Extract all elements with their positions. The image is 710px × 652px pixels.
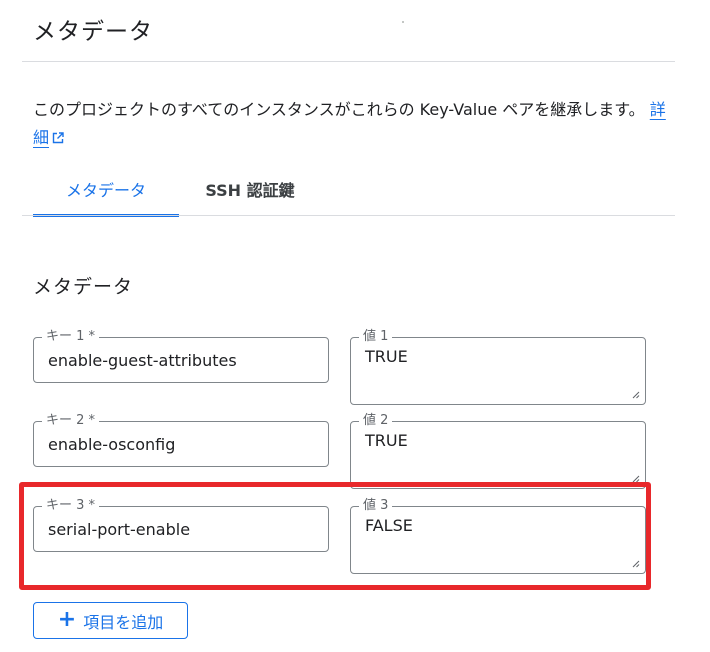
key-field-value: enable-guest-attributes [48, 351, 237, 370]
description-text: このプロジェクトのすべてのインスタンスがこれらの Key-Value ペアを継承… [33, 100, 645, 119]
tabs-divider [22, 215, 675, 216]
value-field-value: TRUE [365, 431, 408, 450]
tab-ssh-keys-label: SSH 認証鍵 [205, 181, 295, 200]
value-field-2[interactable]: 値 2 TRUE [350, 413, 646, 489]
description: このプロジェクトのすべてのインスタンスがこれらの Key-Value ペアを継承… [33, 96, 678, 152]
value-field-label: 値 2 [359, 413, 393, 429]
header-divider [22, 61, 675, 62]
key-field-label: キー 2 * [42, 413, 100, 429]
section-title: メタデータ [33, 276, 134, 298]
divider-dot [402, 21, 404, 23]
add-item-label: 項目を追加 [83, 612, 164, 632]
value-field-value: TRUE [365, 347, 408, 366]
key-field-value: enable-osconfig [48, 435, 176, 454]
key-field-1[interactable]: キー 1 * enable-guest-attributes [33, 329, 329, 383]
value-field-1[interactable]: 値 1 TRUE [350, 329, 646, 405]
resize-handle-icon[interactable] [630, 389, 640, 399]
metadata-page: メタデータ このプロジェクトのすべてのインスタンスがこれらの Key-Value… [0, 0, 710, 652]
highlight-box [19, 482, 651, 590]
plus-icon: + [57, 606, 77, 632]
tab-metadata[interactable]: メタデータ [33, 174, 179, 217]
open-in-new-icon [52, 132, 64, 144]
tab-metadata-label: メタデータ [65, 181, 146, 200]
page-title: メタデータ [33, 19, 153, 45]
key-field-2[interactable]: キー 2 * enable-osconfig [33, 413, 329, 467]
key-field-label: キー 1 * [42, 329, 100, 345]
add-item-button[interactable]: + 項目を追加 [33, 602, 188, 639]
value-field-label: 値 1 [359, 329, 393, 345]
tab-ssh-keys[interactable]: SSH 認証鍵 [195, 174, 305, 214]
